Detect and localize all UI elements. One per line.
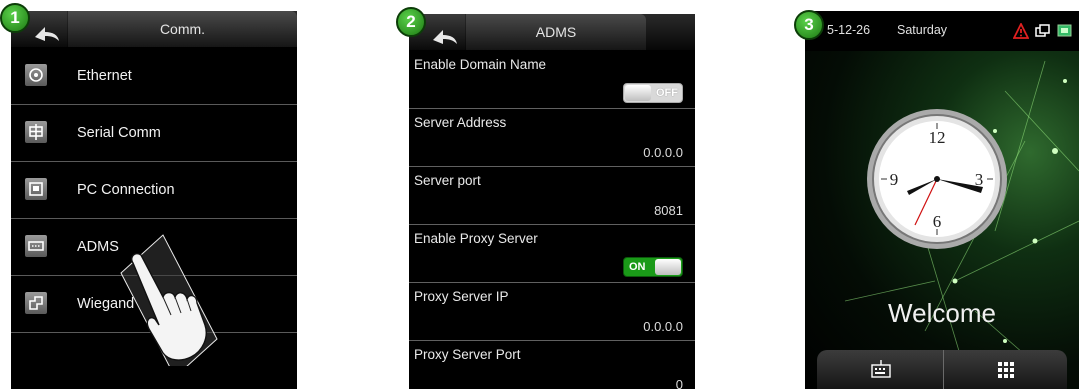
alarm-warning-icon: [1013, 23, 1029, 39]
status-day: Saturday: [897, 23, 948, 37]
setting-row-server-port[interactable]: Server port 8081: [409, 167, 695, 225]
adms-icon: [25, 235, 47, 257]
connection-icon: [1057, 24, 1072, 37]
status-bar: 5-12-26 Saturday: [805, 11, 1079, 51]
setting-value: 0.0.0.0: [643, 145, 683, 160]
adms-settings-screen: ADMS Enable Domain Name OFF Server Addre…: [409, 14, 695, 389]
menu-item-ethernet[interactable]: Ethernet: [11, 48, 297, 105]
step-badge-2: 2: [396, 7, 426, 37]
setting-row-proxy-server-port[interactable]: Proxy Server Port 0: [409, 341, 695, 389]
menu-item-label: Serial Comm: [77, 125, 161, 141]
back-arrow-icon: [433, 30, 457, 44]
page-title: Comm.: [68, 11, 297, 47]
welcome-screen: 5-12-26 Saturday 12 3 6 9 Welcome: [805, 11, 1079, 389]
menu-grid-icon[interactable]: [997, 361, 1015, 379]
bottom-toolbar: [817, 350, 1067, 389]
toggle-state: OFF: [656, 87, 678, 99]
serial-comm-icon: [25, 121, 47, 143]
setting-label: Enable Domain Name: [414, 57, 547, 72]
tapping-hand-icon: [120, 234, 218, 366]
setting-label: Server port: [414, 173, 481, 188]
toolbar-divider: [943, 350, 944, 389]
setting-value: 0.0.0.0: [643, 319, 683, 334]
setting-row-server-address[interactable]: Server Address 0.0.0.0: [409, 109, 695, 167]
proxy-server-toggle[interactable]: ON: [623, 257, 683, 277]
menu-item-serial-comm[interactable]: Serial Comm: [11, 105, 297, 162]
step-badge-1: 1: [0, 3, 30, 33]
clock-numeral-9: 9: [890, 170, 899, 189]
setting-value: 8081: [654, 203, 683, 218]
welcome-message: Welcome: [888, 298, 996, 328]
setting-label: Server Address: [414, 115, 507, 130]
network-icon: [1035, 24, 1050, 37]
setting-label: Enable Proxy Server: [414, 231, 538, 246]
wiegand-icon: [25, 292, 47, 314]
pc-connection-icon: [25, 178, 47, 200]
keyboard-icon[interactable]: [871, 359, 891, 379]
ethernet-icon: [25, 64, 47, 86]
step-badge-3: 3: [794, 10, 824, 40]
setting-label: Proxy Server Port: [414, 347, 521, 362]
comm-menu-screen: Comm. Ethernet Serial Comm PC Connection…: [11, 11, 297, 389]
page-title: ADMS: [466, 14, 646, 50]
clock-numeral-12: 12: [929, 128, 946, 147]
back-arrow-icon: [35, 27, 59, 41]
setting-row-enable-domain-name[interactable]: Enable Domain Name OFF: [409, 51, 695, 109]
setting-value: 0: [675, 377, 683, 389]
menu-item-pc-connection[interactable]: PC Connection: [11, 162, 297, 219]
toggle-state: ON: [629, 261, 646, 273]
setting-label: Proxy Server IP: [414, 289, 509, 304]
analog-clock: 12 3 6 9: [867, 109, 1007, 249]
menu-item-label: Ethernet: [77, 68, 132, 84]
menu-item-label: PC Connection: [77, 182, 175, 198]
toggle-knob: [655, 259, 681, 275]
toggle-knob: [625, 85, 651, 101]
status-date: 5-12-26: [827, 23, 871, 37]
setting-row-enable-proxy-server[interactable]: Enable Proxy Server ON: [409, 225, 695, 283]
clock-numeral-6: 6: [933, 212, 942, 231]
domain-name-toggle[interactable]: OFF: [623, 83, 683, 103]
setting-row-proxy-server-ip[interactable]: Proxy Server IP 0.0.0.0: [409, 283, 695, 341]
